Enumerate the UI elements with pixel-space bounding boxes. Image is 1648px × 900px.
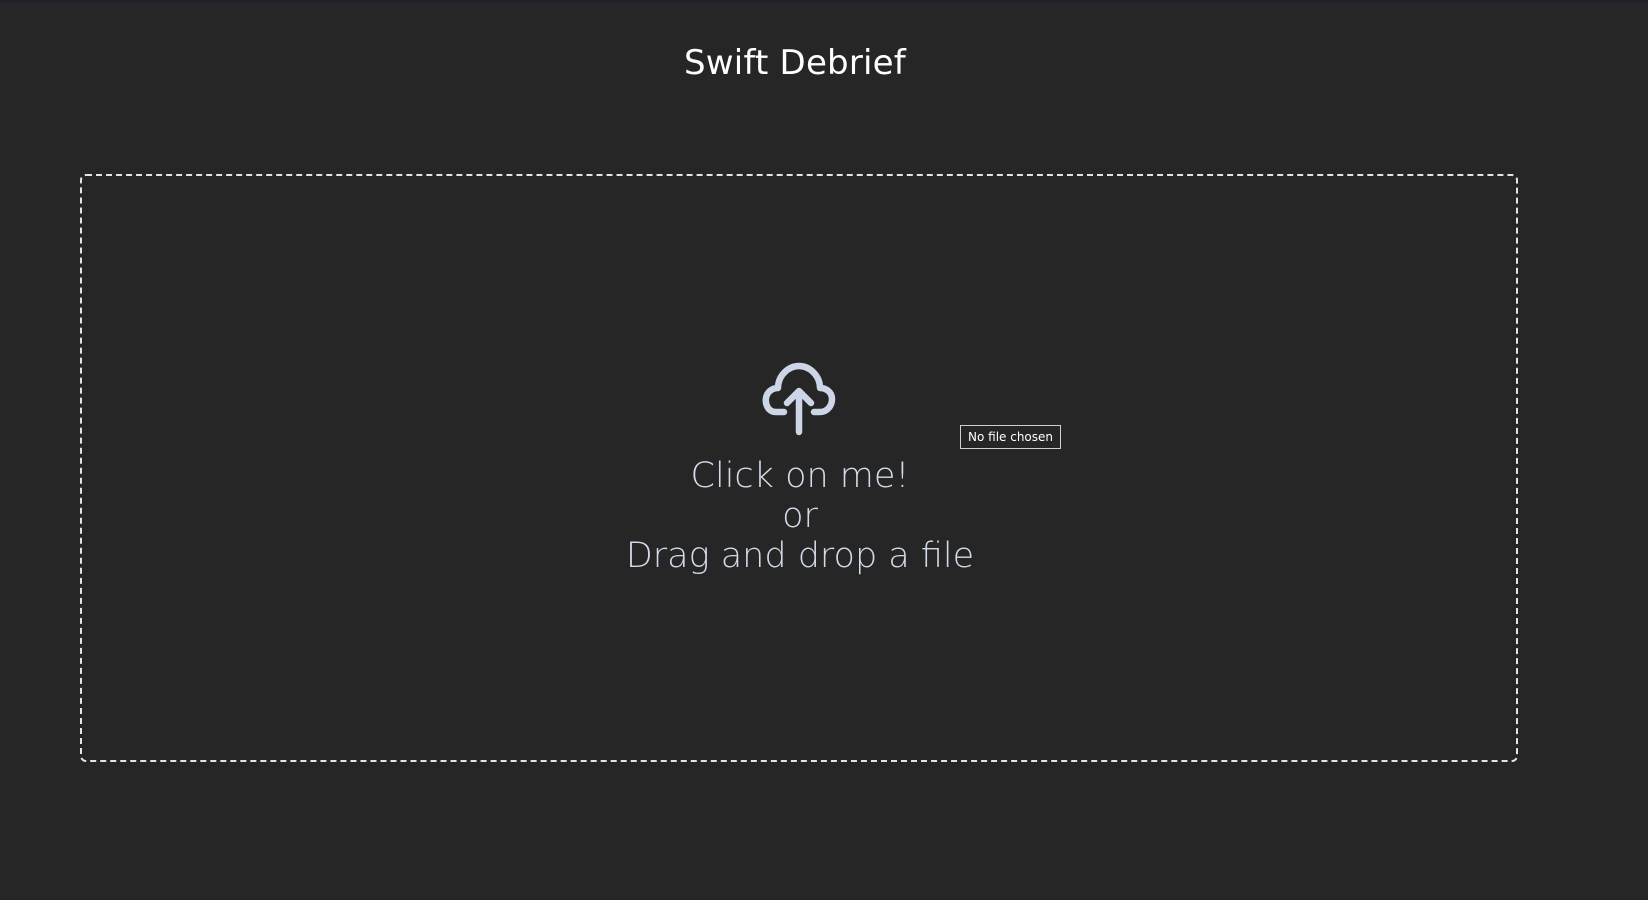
click-prompt: Click on me! xyxy=(690,456,910,496)
top-strip xyxy=(0,0,1648,3)
drop-instructions[interactable]: Click on me! or Drag and drop a file xyxy=(560,456,1040,576)
page-title: Swift Debrief xyxy=(684,43,906,83)
drag-drop-prompt: Drag and drop a file xyxy=(625,536,975,576)
cloud-upload-icon[interactable] xyxy=(762,358,836,438)
or-separator: or xyxy=(782,496,818,536)
file-input-status[interactable]: No file chosen xyxy=(960,425,1062,449)
